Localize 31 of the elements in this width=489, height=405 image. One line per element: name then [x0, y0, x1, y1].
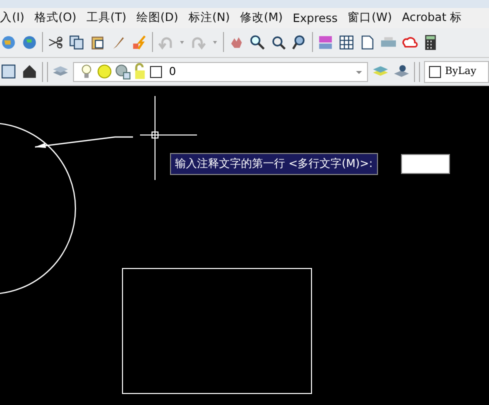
menu-item[interactable]: 标注(N) [188, 10, 230, 26]
menu-item[interactable]: Express [292, 10, 338, 25]
input-field[interactable] [401, 154, 450, 174]
menu-item[interactable]: 修改(M) [240, 10, 283, 26]
layer-dropdown[interactable]: 0 [73, 62, 368, 82]
zoom-icon[interactable] [270, 34, 287, 51]
menu-item[interactable]: 工具(T) [86, 10, 126, 26]
house-icon[interactable] [21, 63, 38, 80]
color-name: ByLay [445, 66, 476, 78]
color-swatch [429, 66, 441, 78]
menu-item[interactable]: 入(I) [0, 10, 24, 26]
paste-icon[interactable] [89, 34, 106, 51]
color-dropdown[interactable]: ByLay [424, 60, 489, 83]
grid-icon[interactable] [338, 34, 355, 51]
menu-item[interactable]: 绘图(D) [136, 10, 178, 26]
zoom-icon[interactable] [249, 34, 266, 51]
window-icon[interactable] [0, 63, 17, 80]
calculator-icon[interactable] [422, 34, 439, 51]
document-icon[interactable] [359, 34, 376, 51]
menu-item[interactable]: 窗口(W) [348, 10, 392, 26]
command-prompt: 输入注释文字的第一行 <多行文字(M)>: [170, 153, 378, 175]
layer-name: 0 [169, 65, 177, 78]
dropdown-arrow-icon[interactable] [211, 38, 219, 46]
menu-item[interactable]: 格式(O) [34, 10, 76, 26]
copy-icon[interactable] [68, 34, 85, 51]
menu-item[interactable]: Acrobat 标 [402, 10, 462, 26]
sun-icon [96, 63, 113, 80]
dropdown-arrow-icon[interactable] [178, 38, 186, 46]
scissors-icon[interactable] [47, 34, 64, 51]
lightning-icon[interactable] [131, 34, 148, 51]
color-swatch [150, 66, 162, 78]
